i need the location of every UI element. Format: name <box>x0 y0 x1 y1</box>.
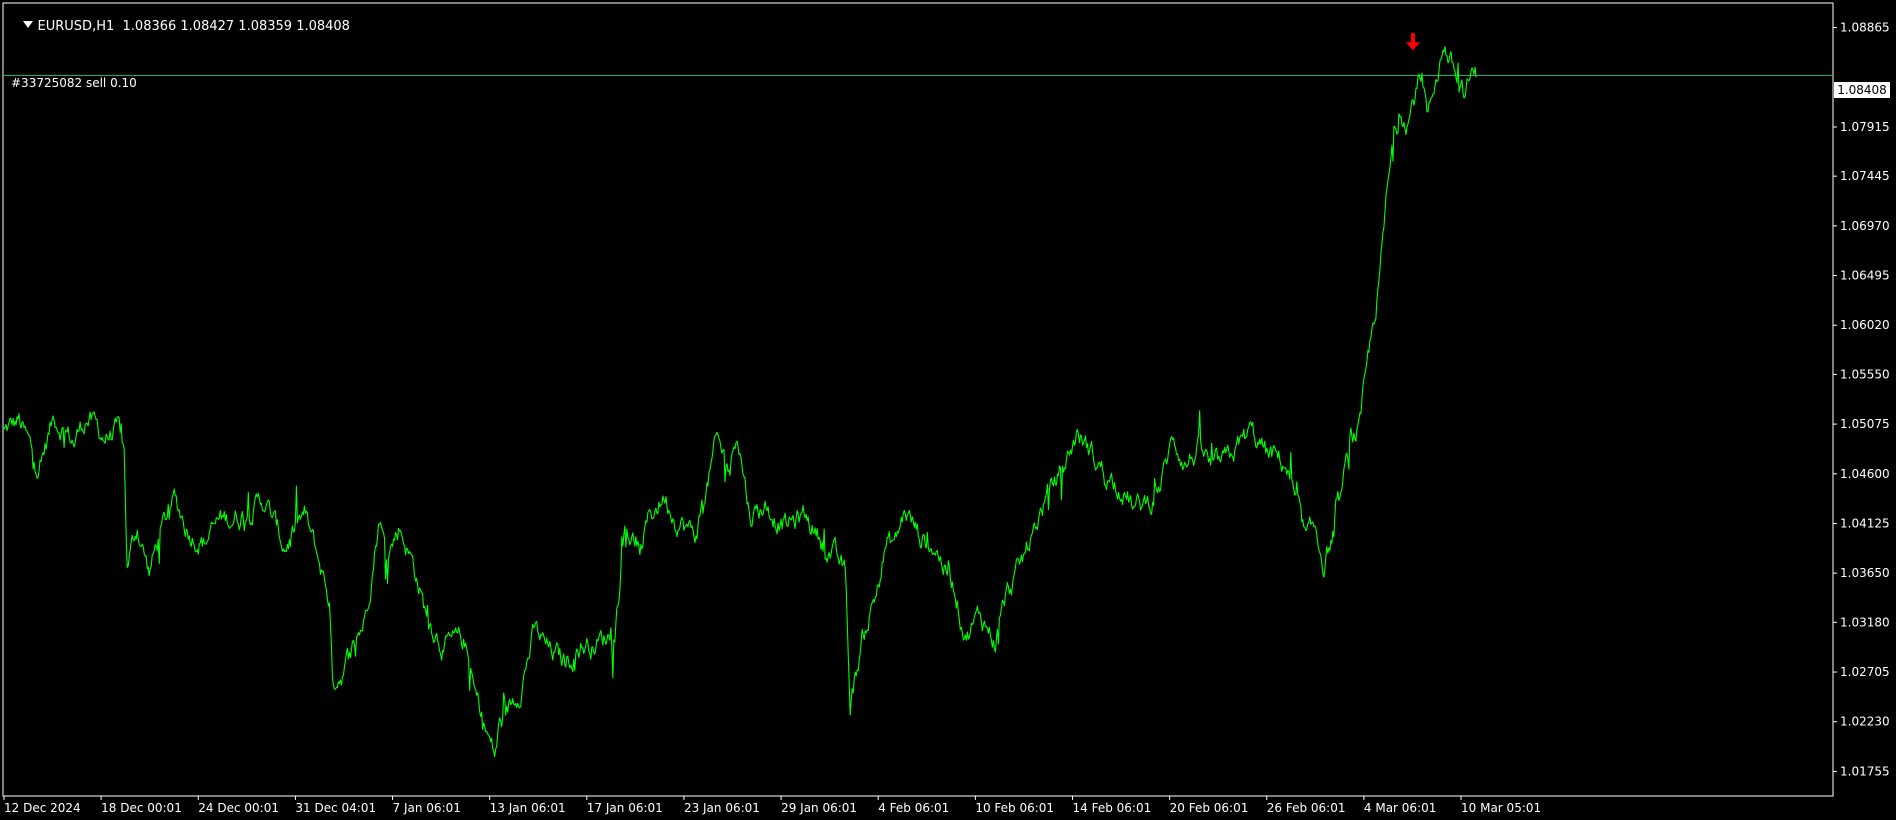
y-tick-label: 1.08865 <box>1840 21 1890 35</box>
y-tick-label: 1.06495 <box>1840 269 1890 283</box>
y-tick-label: 1.04125 <box>1840 516 1890 530</box>
x-tick-label: 17 Jan 06:01 <box>587 801 663 815</box>
plot-frame <box>2 2 1834 797</box>
x-tick-label: 18 Dec 00:01 <box>101 801 182 815</box>
y-tick-label: 1.02230 <box>1840 715 1890 729</box>
x-tick-label: 13 Jan 06:01 <box>490 801 566 815</box>
y-tick-label: 1.01755 <box>1840 764 1890 778</box>
x-tick-label: 14 Feb 06:01 <box>1072 801 1151 815</box>
y-tick-label: 1.06020 <box>1840 318 1890 332</box>
y-tick-label: 1.04600 <box>1840 467 1890 481</box>
chart-menu-triangle-icon[interactable] <box>22 21 33 28</box>
y-tick-label: 1.05550 <box>1840 367 1890 381</box>
y-tick-label: 1.02705 <box>1840 665 1890 679</box>
y-tick-label: 1.07915 <box>1840 120 1890 134</box>
x-tick-label: 7 Jan 06:01 <box>393 801 461 815</box>
ohlc-values: 1.08366 1.08427 1.08359 1.08408 <box>122 19 350 34</box>
x-tick-label: 23 Jan 06:01 <box>684 801 760 815</box>
symbol-label: EURUSD,H1 <box>37 19 115 34</box>
x-tick-label: 12 Dec 2024 <box>4 801 81 815</box>
x-tick-label: 10 Feb 06:01 <box>975 801 1054 815</box>
x-tick-label: 26 Feb 06:01 <box>1267 801 1346 815</box>
price-chart[interactable]: 1.08865 1.07915 1.07445 1.06970 1.06495 1.060… <box>0 0 1896 820</box>
y-tick-label: 1.03180 <box>1840 615 1890 629</box>
y-tick-label: 1.07445 <box>1840 169 1890 183</box>
sell-arrow-shaft <box>1410 33 1415 44</box>
y-tick-label: 1.03650 <box>1840 566 1890 580</box>
chart-canvas[interactable]: 1.08865 1.07915 1.07445 1.06970 1.06495 1.060… <box>0 0 1896 820</box>
sell-arrow-head <box>1405 42 1420 51</box>
sell-arrow-icon[interactable] <box>1405 33 1420 51</box>
current-price-tag: 1.08408 <box>1834 82 1890 98</box>
x-tick-label: 31 Dec 04:01 <box>295 801 376 815</box>
x-tick-label: 10 Mar 05:01 <box>1461 801 1541 815</box>
x-tick-label: 4 Mar 06:01 <box>1364 801 1437 815</box>
chart-header: EURUSD,H1 1.08366 1.08427 1.08359 1.0840… <box>6 4 350 49</box>
x-tick-label: 29 Jan 06:01 <box>781 801 857 815</box>
order-line-label: #33725082 sell 0.10 <box>11 76 137 90</box>
y-tick-label: 1.06970 <box>1840 219 1890 233</box>
x-tick-label: 4 Feb 06:01 <box>878 801 949 815</box>
x-tick-label: 20 Feb 06:01 <box>1170 801 1249 815</box>
price-series-line <box>3 46 1477 758</box>
y-tick-label: 1.05075 <box>1840 417 1890 431</box>
x-tick-label: 24 Dec 00:01 <box>198 801 279 815</box>
